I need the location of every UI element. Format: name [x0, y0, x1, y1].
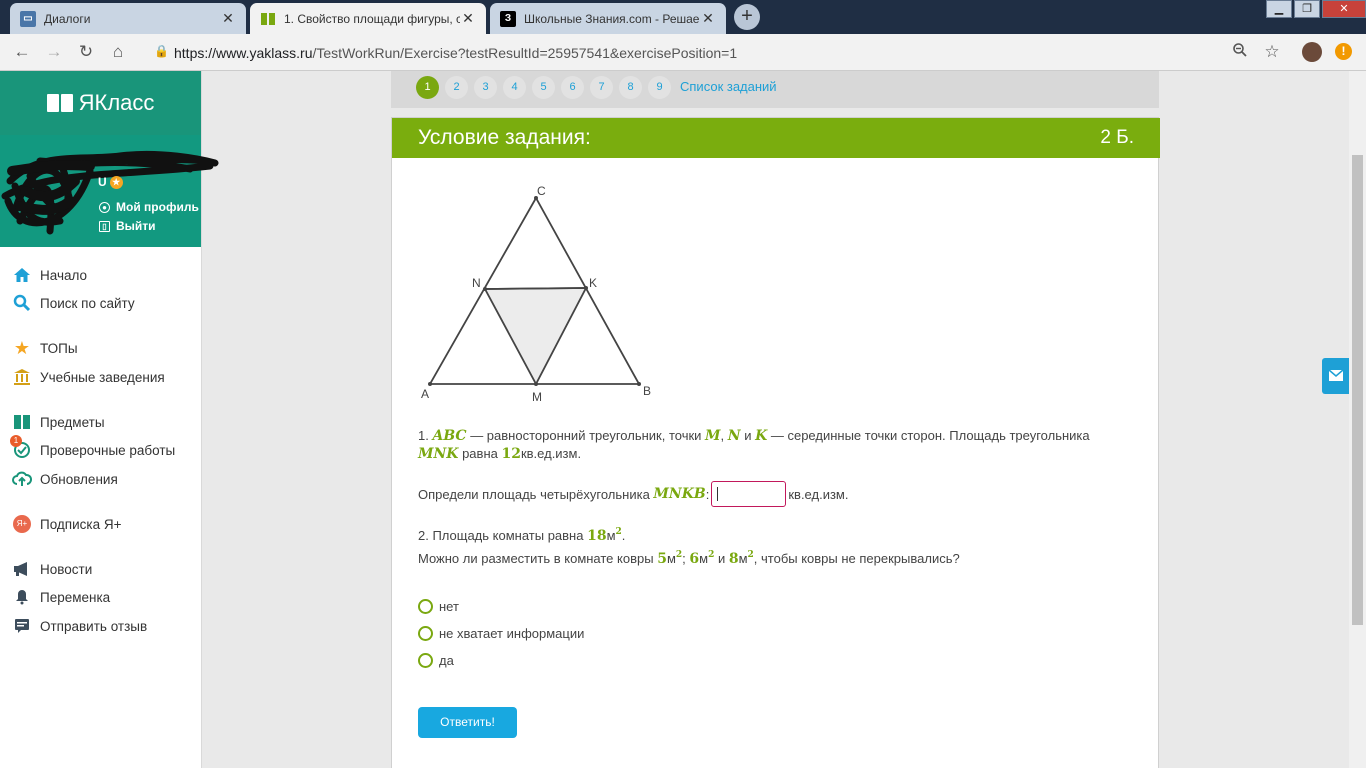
label-a: A — [421, 387, 429, 401]
profile-avatar[interactable] — [1302, 42, 1322, 62]
institution-icon — [12, 368, 32, 386]
sidebar-item-institutions[interactable]: Учебные заведения — [12, 368, 165, 386]
task-list-link[interactable]: Список заданий — [680, 79, 777, 94]
mail-icon — [1328, 369, 1344, 381]
page-7[interactable]: 7 — [590, 76, 613, 99]
alert-icon[interactable]: ! — [1335, 43, 1352, 60]
notification-badge: 1 — [10, 435, 22, 447]
page-8[interactable]: 8 — [619, 76, 642, 99]
star-icon: ★ — [13, 337, 31, 358]
scrollbar-thumb[interactable] — [1352, 155, 1363, 625]
chat-icon: ▭ — [20, 10, 36, 27]
q1-ask: Определи площадь четырёхугольника MNKB: … — [418, 481, 848, 507]
page-5[interactable]: 5 — [532, 76, 555, 99]
minimize-icon[interactable]: ▁ — [1266, 0, 1292, 18]
sidebar-item-tops[interactable]: ★ ТОПы — [12, 337, 78, 358]
close-tab-icon[interactable]: ✕ — [220, 10, 236, 27]
sidebar-item-feedback[interactable]: Отправить отзыв — [12, 617, 147, 635]
page-9[interactable]: 9 — [648, 76, 671, 99]
q2-line1: 2. Площадь комнаты равна 18м2. — [418, 527, 626, 544]
sidebar-item-search[interactable]: Поиск по сайту — [12, 294, 135, 312]
user-icon: ● — [99, 201, 110, 213]
vertical-scrollbar[interactable] — [1349, 71, 1366, 768]
close-tab-icon[interactable]: ✕ — [460, 10, 476, 27]
radio-button[interactable] — [418, 653, 433, 668]
star-badge-icon: ★ — [109, 175, 123, 189]
feedback-icon — [12, 617, 32, 635]
url-host: https://www.yaklass.ru — [174, 45, 313, 61]
tab-dialogs[interactable]: ▭ Диалоги ✕ — [10, 3, 246, 34]
cloud-icon — [12, 470, 32, 488]
browser-toolbar: ← → ↻ ⌂ 🔒 https://www.yaklass.ru/TestWor… — [0, 34, 1366, 71]
option-not-enough-info[interactable]: не хватает информации — [418, 626, 584, 641]
lock-icon: 🔒 — [154, 44, 169, 58]
close-window-icon[interactable]: ✕ — [1322, 0, 1366, 18]
back-icon[interactable]: ← — [12, 42, 32, 62]
close-tab-icon[interactable]: ✕ — [700, 10, 716, 27]
label-m: M — [532, 390, 542, 404]
tests-icon: 1 — [10, 435, 32, 459]
logout-icon: ▯ — [99, 220, 110, 232]
window-controls: ▁ ❐ ✕ — [1264, 0, 1366, 20]
label-n: N — [472, 276, 481, 290]
sidebar-item-tests[interactable]: 1 Проверочные работы — [10, 435, 175, 459]
url-path: /TestWorkRun/Exercise?testResultId=25957… — [312, 45, 738, 61]
q1-line1: 1. ABC — равносторонний треугольник, точ… — [418, 428, 1090, 444]
logout-link[interactable]: ▯ Выйти — [99, 219, 156, 233]
page-4[interactable]: 4 — [503, 76, 526, 99]
home-icon[interactable]: ⌂ — [108, 42, 128, 62]
forward-icon[interactable]: → — [44, 42, 64, 62]
bookmark-star-icon[interactable]: ☆ — [1262, 42, 1282, 62]
page-2[interactable]: 2 — [445, 76, 468, 99]
sidebar-item-updates[interactable]: Обновления — [12, 470, 118, 488]
reload-icon[interactable]: ↻ — [76, 42, 96, 62]
task-header: Условие задания: 2 Б. — [392, 118, 1160, 158]
submit-button[interactable]: Ответить! — [418, 707, 517, 738]
label-k: K — [589, 276, 597, 290]
yaklass-icon — [260, 11, 276, 27]
bell-icon — [12, 588, 32, 606]
maximize-icon[interactable]: ❐ — [1294, 0, 1320, 18]
sidebar-item-subscription[interactable]: Я+ Подписка Я+ — [12, 515, 122, 533]
book-logo-icon — [46, 94, 73, 112]
task-title: Условие задания: — [418, 126, 591, 149]
task-pager: 1 2 3 4 5 6 7 8 9 Список заданий — [391, 71, 1159, 108]
search-icon — [12, 294, 32, 312]
browser-tab-strip: ▭ Диалоги ✕ 1. Свойство площади фигуры, … — [0, 0, 1366, 34]
znania-icon: З — [500, 10, 516, 27]
address-bar[interactable]: 🔒 https://www.yaklass.ru/TestWorkRun/Exe… — [144, 38, 1290, 66]
option-no[interactable]: нет — [418, 599, 459, 614]
tab-yaklass[interactable]: 1. Свойство площади фигуры, с ✕ — [250, 3, 486, 34]
site-logo[interactable]: ЯКласс — [0, 71, 201, 135]
task-score: 2 Б. — [1100, 127, 1134, 148]
q2-line2: Можно ли разместить в комнате ковры 5м2;… — [418, 550, 960, 567]
subscription-icon: Я+ — [12, 515, 32, 533]
sidebar-item-home[interactable]: Начало — [12, 266, 87, 284]
home-icon — [12, 266, 32, 284]
megaphone-icon — [12, 560, 32, 578]
radio-button[interactable] — [418, 599, 433, 614]
label-c: C — [537, 184, 546, 198]
page-1[interactable]: 1 — [416, 76, 439, 99]
page-6[interactable]: 6 — [561, 76, 584, 99]
user-initial: U — [98, 175, 107, 189]
zoom-icon[interactable] — [1230, 42, 1250, 62]
page-3[interactable]: 3 — [474, 76, 497, 99]
option-yes[interactable]: да — [418, 653, 454, 668]
sidebar-item-subjects[interactable]: Предметы — [12, 413, 105, 431]
feedback-mail-button[interactable] — [1322, 358, 1349, 394]
triangle-figure: A B C N K M — [421, 184, 651, 404]
radio-button[interactable] — [418, 626, 433, 641]
sidebar-item-break[interactable]: Переменка — [12, 588, 110, 606]
sidebar-item-news[interactable]: Новости — [12, 560, 92, 578]
new-tab-button[interactable]: + — [734, 4, 760, 30]
answer-input[interactable] — [711, 481, 787, 507]
books-icon — [12, 413, 32, 431]
tab-znania[interactable]: З Школьные Знания.com - Решае ✕ — [490, 3, 726, 34]
label-b: B — [643, 384, 651, 398]
sidebar: ЯКласс U ★ ● Мой профиль ▯ Выйти Начало По… — [0, 71, 219, 768]
triangle-mnk — [483, 287, 588, 386]
my-profile-link[interactable]: ● Мой профиль — [99, 200, 199, 214]
q1-line2: MNK равна 12кв.ед.изм. — [418, 446, 582, 462]
